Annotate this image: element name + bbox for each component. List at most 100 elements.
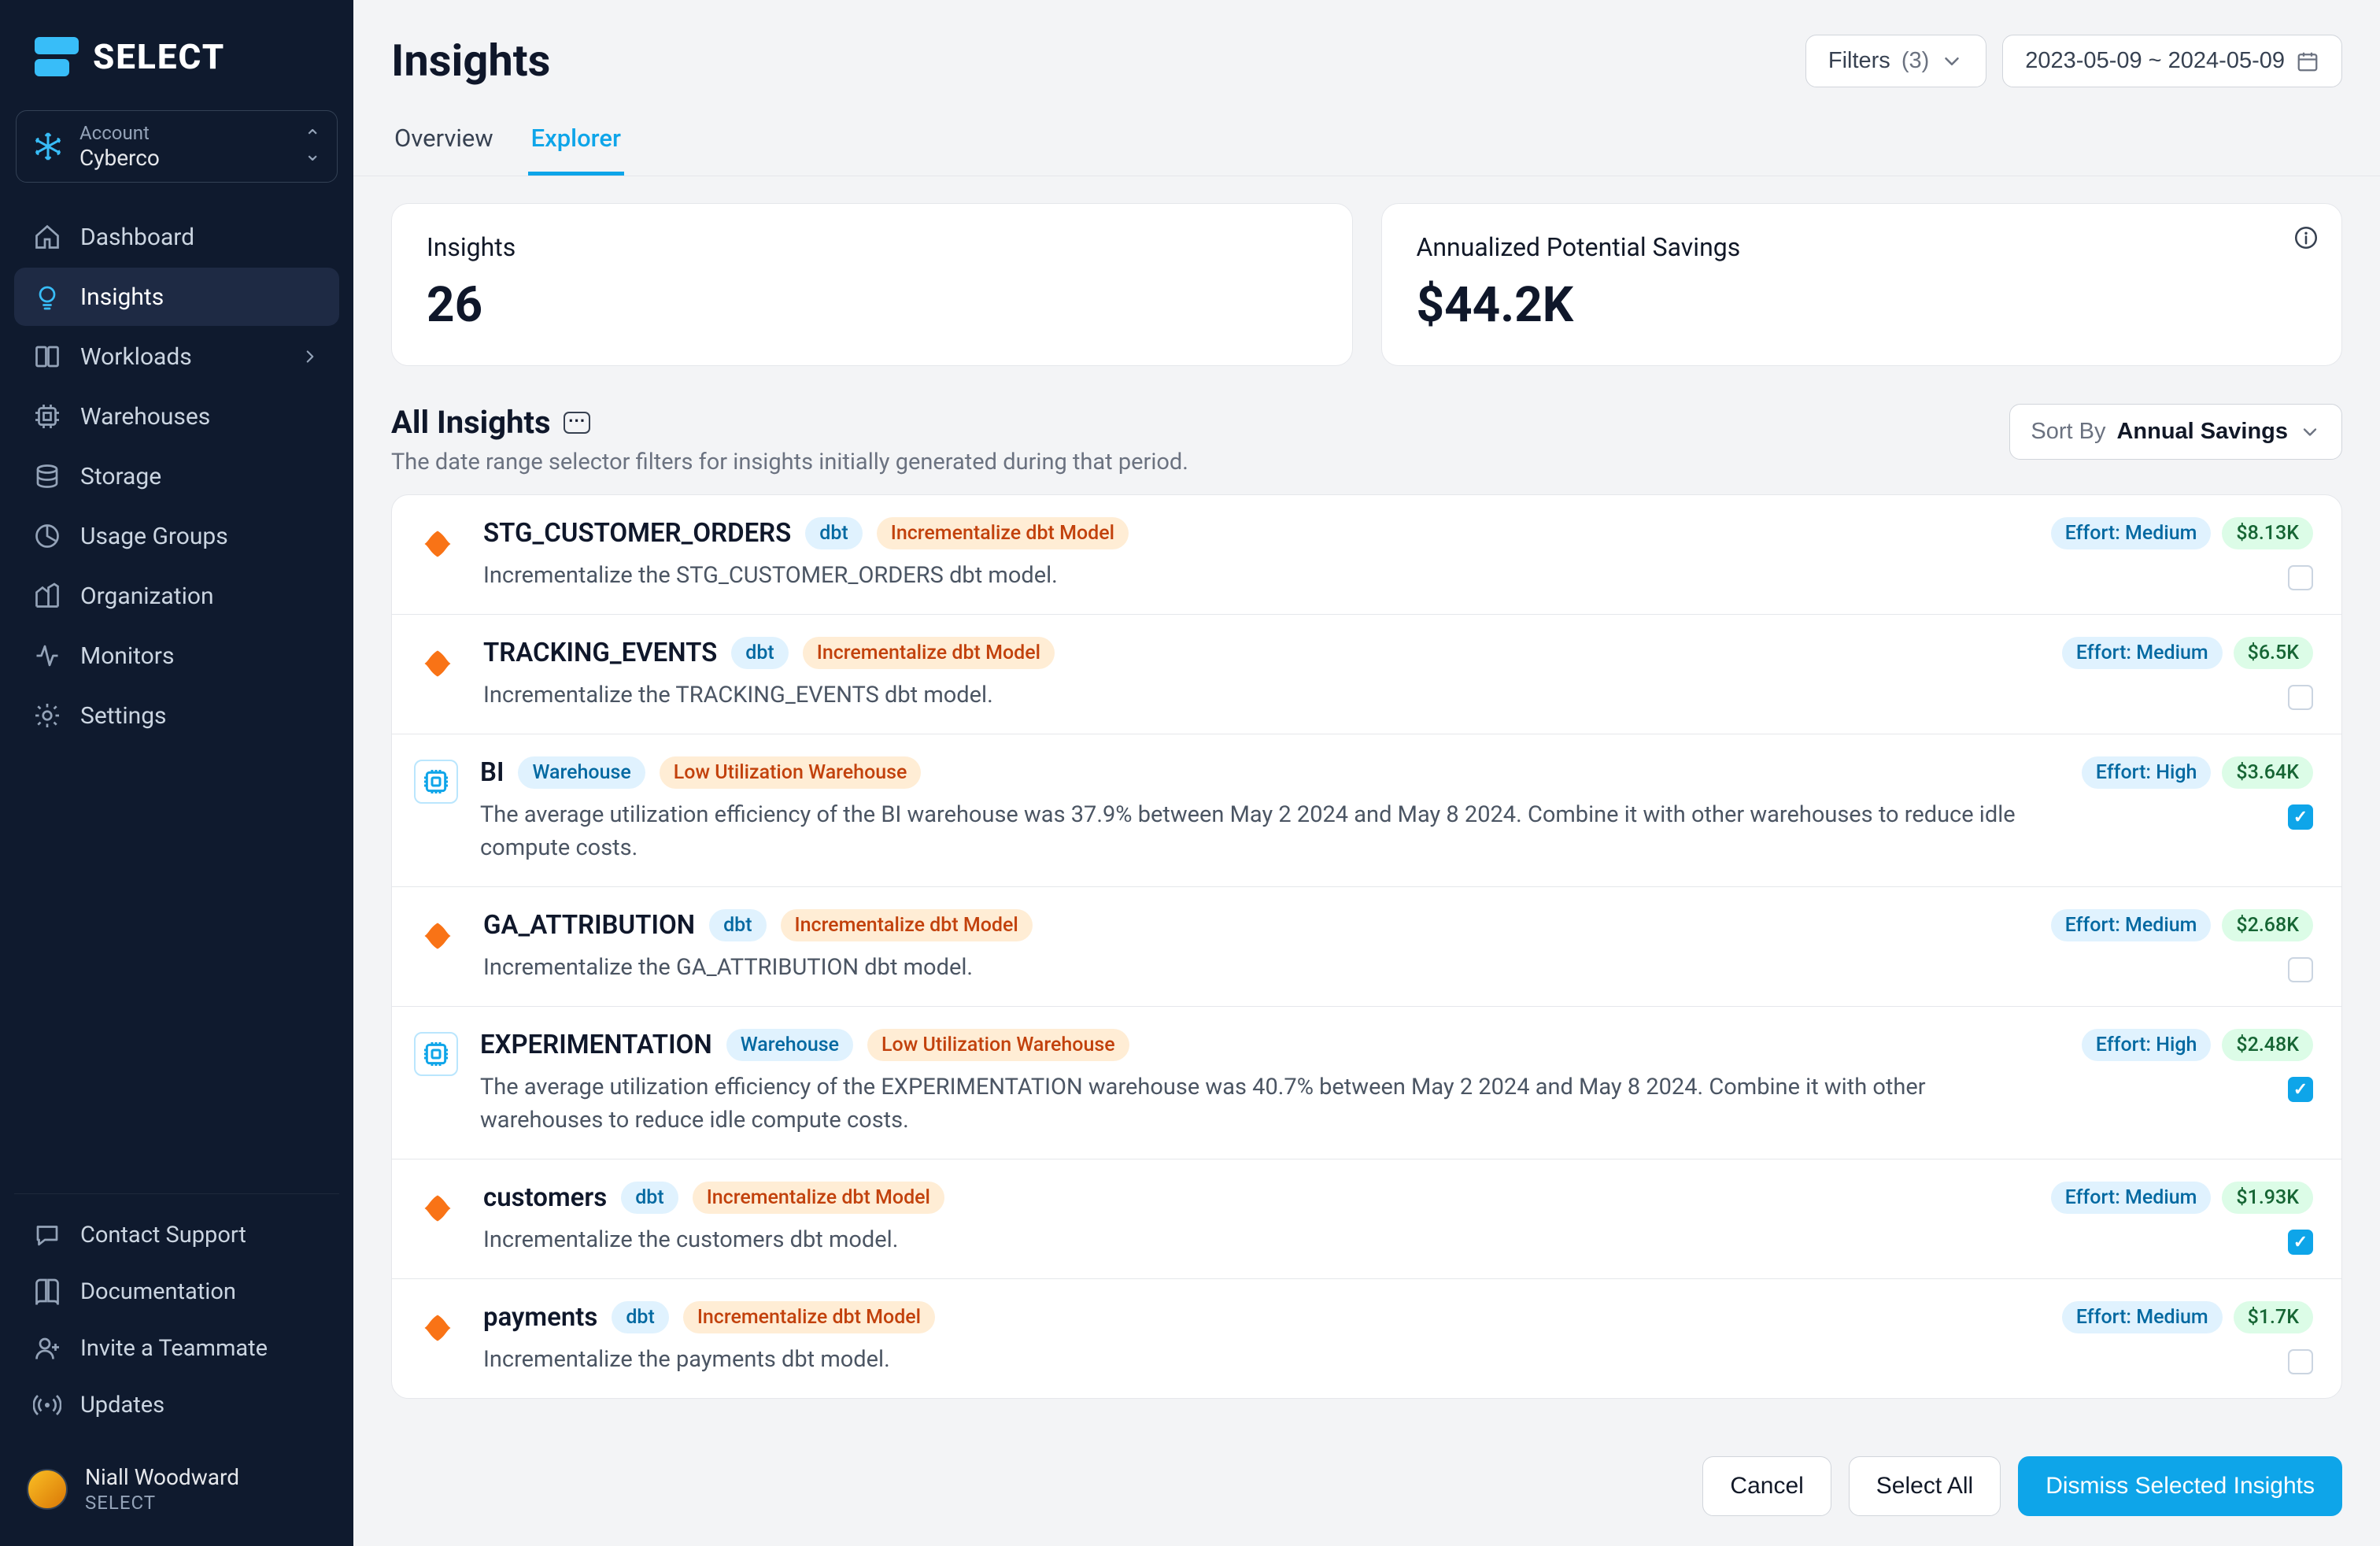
nav-label: Dashboard: [80, 224, 194, 251]
insight-title: BI: [480, 757, 504, 788]
snowflake-icon: [32, 131, 64, 162]
insight-row[interactable]: TRACKING_EVENTSdbtIncrementalize dbt Mod…: [392, 615, 2341, 734]
savings-pill: $2.68K: [2222, 909, 2313, 941]
insight-tail: Effort: Medium$6.5K: [2061, 637, 2313, 712]
nav-settings[interactable]: Settings: [14, 686, 339, 745]
nav-label: Workloads: [80, 343, 192, 371]
kpi-savings: Annualized Potential Savings $44.2K: [1381, 203, 2343, 366]
chevron-down-icon: [1940, 50, 1964, 73]
insight-head: BIWarehouseLow Utilization Warehouse: [480, 756, 2039, 789]
nav-label: Organization: [80, 583, 214, 610]
insight-row[interactable]: BIWarehouseLow Utilization WarehouseThe …: [392, 734, 2341, 887]
nav-contact-support[interactable]: Contact Support: [14, 1207, 339, 1263]
dbt-icon: [414, 520, 461, 568]
nav-warehouses[interactable]: Warehouses: [14, 387, 339, 446]
insight-title: payments: [483, 1302, 597, 1333]
nav-label: Settings: [80, 702, 167, 730]
user-name: Niall Woodward: [85, 1463, 239, 1491]
savings-pill: $3.64K: [2222, 756, 2313, 789]
insight-tail: Effort: High$2.48K: [2061, 1029, 2313, 1137]
tab-overview[interactable]: Overview: [391, 109, 497, 176]
filters-button[interactable]: Filters (3): [1805, 35, 1986, 87]
section-title: All Insights ⋯: [391, 404, 1994, 441]
nav-monitors[interactable]: Monitors: [14, 627, 339, 685]
nav-insights[interactable]: Insights: [14, 268, 339, 326]
tabs: Overview Explorer: [391, 109, 2342, 176]
nav-label: Usage Groups: [80, 523, 228, 550]
cancel-button[interactable]: Cancel: [1702, 1456, 1831, 1516]
insight-head: STG_CUSTOMER_ORDERSdbtIncrementalize dbt…: [483, 517, 2029, 549]
insight-description: The average utilization efficiency of th…: [480, 1071, 2039, 1137]
insight-meta-tags: Effort: Medium$8.13K: [2051, 517, 2313, 549]
kpi-value: $44.2K: [1417, 276, 2308, 334]
nav-label: Insights: [80, 283, 164, 311]
chevron-right-icon: [300, 346, 320, 367]
insight-row[interactable]: GA_ATTRIBUTIONdbtIncrementalize dbt Mode…: [392, 887, 2341, 1007]
effort-pill: Effort: Medium: [2051, 909, 2212, 941]
tag-dbt: dbt: [805, 517, 862, 549]
select-all-button[interactable]: Select All: [1849, 1456, 2001, 1516]
insight-tail: Effort: High$3.64K: [2061, 756, 2313, 864]
sort-value: Annual Savings: [2116, 419, 2288, 445]
kpi-label: Insights: [427, 232, 1318, 262]
select-checkbox[interactable]: [2288, 804, 2313, 830]
chat-icon: [33, 1221, 61, 1249]
page-title: Insights: [391, 35, 1805, 87]
tab-explorer[interactable]: Explorer: [528, 109, 624, 176]
dismiss-selected-button[interactable]: Dismiss Selected Insights: [2018, 1456, 2342, 1516]
select-checkbox[interactable]: [2288, 1230, 2313, 1255]
savings-pill: $6.5K: [2234, 637, 2313, 669]
insight-head: paymentsdbtIncrementalize dbt Model: [483, 1301, 2039, 1333]
brand[interactable]: SELECT: [0, 0, 353, 98]
sidebar: SELECT Account Cyberco ⌃⌄ Dashboard Insi…: [0, 0, 353, 1546]
tag-dbt: dbt: [731, 637, 788, 669]
cpu-icon: [33, 402, 61, 431]
nav-organization[interactable]: Organization: [14, 567, 339, 625]
insight-meta-tags: Effort: Medium $1.93K: [2051, 1182, 2313, 1214]
nav-documentation[interactable]: Documentation: [14, 1263, 339, 1320]
nav-usage-groups[interactable]: Usage Groups: [14, 507, 339, 565]
insight-row[interactable]: paymentsdbtIncrementalize dbt Model Incre…: [392, 1279, 2341, 1398]
insight-meta-tags: Effort: Medium$6.5K: [2062, 637, 2313, 669]
account-meta: Account Cyberco: [79, 122, 288, 171]
nav-workloads[interactable]: Workloads: [14, 327, 339, 386]
insight-body: GA_ATTRIBUTIONdbtIncrementalize dbt Mode…: [483, 909, 2029, 984]
primary-nav: Dashboard Insights Workloads Warehouses …: [0, 202, 353, 751]
select-checkbox[interactable]: [2288, 685, 2313, 710]
select-checkbox[interactable]: [2288, 1349, 2313, 1374]
book-icon: [33, 1278, 61, 1306]
insight-row[interactable]: customersdbtIncrementalize dbt ModelIncr…: [392, 1160, 2341, 1279]
nav-invite-teammate[interactable]: Invite a Teammate: [14, 1320, 339, 1377]
insight-row[interactable]: STG_CUSTOMER_ORDERSdbtIncrementalize dbt…: [392, 495, 2341, 615]
page-header: Insights Filters (3) 2023-05-09 ~ 2024-0…: [353, 0, 2380, 176]
insight-title: EXPERIMENTATION: [480, 1030, 712, 1060]
insight-row[interactable]: EXPERIMENTATIONWarehouseLow Utilization …: [392, 1007, 2341, 1160]
dismissed-toggle-icon[interactable]: ⋯: [564, 412, 590, 434]
nav-updates[interactable]: Updates: [14, 1377, 339, 1433]
nav-label: Storage: [80, 463, 161, 490]
filters-label: Filters: [1828, 48, 1890, 74]
nav-storage[interactable]: Storage: [14, 447, 339, 505]
nav-dashboard[interactable]: Dashboard: [14, 208, 339, 266]
footer-actions: Cancel Select All Dismiss Selected Insig…: [353, 1433, 2380, 1546]
warehouse-icon: [414, 1032, 458, 1076]
savings-pill: $1.93K: [2222, 1182, 2313, 1214]
insight-meta-tags: Effort: Medium $2.68K: [2051, 909, 2313, 941]
insight-body: STG_CUSTOMER_ORDERSdbtIncrementalize dbt…: [483, 517, 2029, 592]
effort-pill: Effort: Medium: [2051, 1182, 2212, 1214]
insight-description: Incrementalize the payments dbt model.: [483, 1343, 2039, 1376]
piechart-icon: [33, 522, 61, 550]
savings-pill: $8.13K: [2222, 517, 2313, 549]
layout-icon: [33, 342, 61, 371]
warehouse-icon: [414, 760, 458, 804]
select-checkbox[interactable]: [2288, 565, 2313, 590]
kpi-label: Annualized Potential Savings: [1417, 232, 2308, 262]
insight-body: paymentsdbtIncrementalize dbt Model Incre…: [483, 1301, 2039, 1376]
sort-button[interactable]: Sort By Annual Savings: [2009, 404, 2342, 460]
date-range-button[interactable]: 2023-05-09 ~ 2024-05-09: [2002, 35, 2342, 87]
account-picker[interactable]: Account Cyberco ⌃⌄: [16, 110, 338, 183]
select-checkbox[interactable]: [2288, 1077, 2313, 1102]
user-menu[interactable]: Niall Woodward SELECT: [0, 1443, 353, 1546]
select-checkbox[interactable]: [2288, 957, 2313, 982]
info-icon[interactable]: [2293, 224, 2319, 251]
